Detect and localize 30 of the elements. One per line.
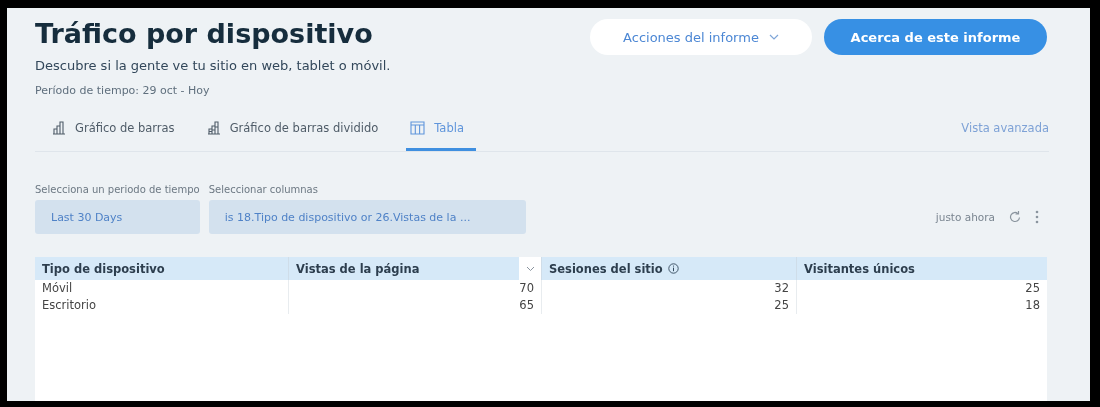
column-header[interactable]: Visitantes únicos (796, 257, 1047, 280)
stacked-bar-chart-icon (206, 121, 221, 135)
table-cell: 25 (541, 297, 796, 314)
more-options-icon[interactable] (1035, 210, 1039, 224)
info-icon[interactable] (667, 263, 679, 274)
about-report-button[interactable]: Acerca de este informe (824, 19, 1047, 55)
column-header[interactable]: Vistas de la página (288, 257, 541, 280)
table-cell-text: Escritorio (41, 297, 97, 314)
view-tab[interactable]: Gráfico de barras (48, 121, 187, 151)
refresh-icon[interactable] (1008, 210, 1022, 224)
chevron-down-icon (525, 265, 535, 272)
time-period: Período de tiempo: 29 oct - Hoy (35, 84, 211, 97)
table-cell: 32 (541, 280, 796, 297)
table-cell: 18 (796, 297, 1047, 314)
bar-chart-icon (52, 121, 66, 135)
report-actions-button[interactable]: Acciones del informe (590, 19, 812, 55)
column-header[interactable]: Tipo de dispositivo (35, 257, 288, 280)
column-header[interactable]: Sesiones del sitio (541, 257, 796, 280)
chevron-down-icon (768, 34, 779, 40)
table-cell: 70 (288, 280, 541, 297)
table-cell: 25 (796, 280, 1047, 297)
filter-label: Seleccionar columnas (208, 184, 319, 195)
table-icon (410, 121, 426, 135)
view-tab[interactable]: Gráfico de barras dividido (202, 121, 391, 151)
report-description: Descubre si la gente ve tu sitio en web, tablet o móvil. (35, 58, 391, 73)
report-title: Tráfico por dispositivo (35, 18, 374, 49)
last-updated: justo ahora (935, 211, 995, 223)
table-cell-text: Móvil (41, 280, 74, 297)
filter-label: Selecciona un periodo de tiempo (35, 184, 200, 195)
table-cell: 65 (288, 297, 541, 314)
